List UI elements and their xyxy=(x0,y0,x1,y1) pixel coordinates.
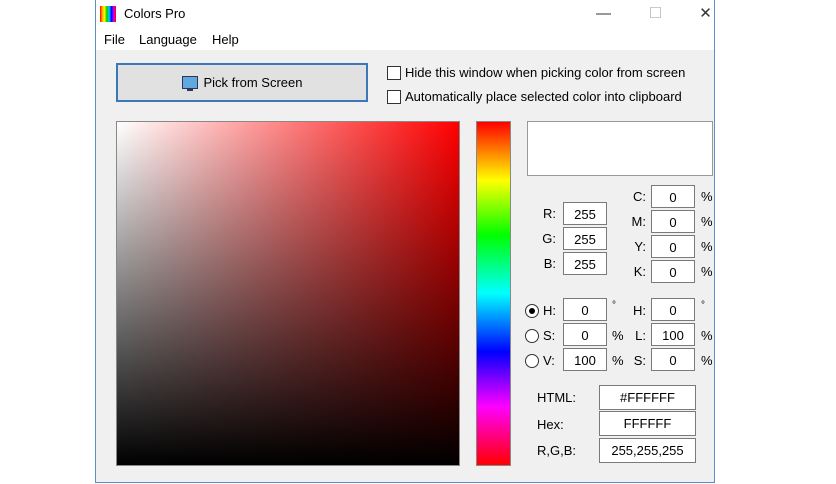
hsl-l-label: L: xyxy=(635,328,646,343)
hex-label: Hex: xyxy=(537,417,564,432)
k-unit: % xyxy=(701,264,713,279)
hsl-s-label: S: xyxy=(633,353,646,368)
hue-slider[interactable] xyxy=(476,121,511,466)
minimize-button[interactable]: — xyxy=(581,2,626,26)
rgb-triplet-output[interactable]: 255,255,255 xyxy=(599,438,696,463)
window-title: Colors Pro xyxy=(124,6,186,21)
checkbox-label: Automatically place selected color into … xyxy=(405,89,682,104)
y-label: Y: xyxy=(634,239,646,254)
k-input[interactable]: 0 xyxy=(651,260,695,283)
pick-from-screen-button[interactable]: Pick from Screen xyxy=(116,63,368,102)
hsv-v-input[interactable]: 100 xyxy=(563,348,607,371)
app-window: Colors Pro — ☐ ✕ File Language Help Pick… xyxy=(95,0,715,483)
hsv-s-label: S: xyxy=(543,328,556,343)
k-label: K: xyxy=(633,264,646,279)
y-unit: % xyxy=(701,239,713,254)
auto-clipboard-checkbox[interactable]: Automatically place selected color into … xyxy=(387,89,682,104)
g-input[interactable]: 255 xyxy=(563,227,607,250)
checkbox-label: Hide this window when picking color from… xyxy=(405,65,686,80)
c-input[interactable]: 0 xyxy=(651,185,695,208)
app-logo-icon xyxy=(100,6,116,22)
hsv-saturation-radio[interactable] xyxy=(525,329,539,343)
menu-bar: File Language Help xyxy=(96,28,714,50)
hsv-h-input[interactable]: 0 xyxy=(563,298,607,321)
r-input[interactable]: 255 xyxy=(563,202,607,225)
close-button[interactable]: ✕ xyxy=(683,2,728,26)
menu-language[interactable]: Language xyxy=(139,32,197,47)
html-label: HTML: xyxy=(537,390,576,405)
b-label: B: xyxy=(543,256,556,271)
hsl-l-unit: % xyxy=(701,328,713,343)
hsv-s-input[interactable]: 0 xyxy=(563,323,607,346)
c-unit: % xyxy=(701,189,713,204)
hsv-v-label: V: xyxy=(543,353,555,368)
hex-output[interactable]: FFFFFF xyxy=(599,411,696,436)
menu-help[interactable]: Help xyxy=(212,32,239,47)
monitor-icon xyxy=(181,76,198,91)
c-label: C: xyxy=(633,189,646,204)
hsv-value-radio[interactable] xyxy=(525,354,539,368)
pick-button-label: Pick from Screen xyxy=(203,75,303,90)
r-label: R: xyxy=(543,206,556,221)
m-unit: % xyxy=(701,214,713,229)
hsl-s-input[interactable]: 0 xyxy=(651,348,695,371)
hsv-hue-radio[interactable] xyxy=(525,304,539,318)
rgb-triplet-label: R,G,B: xyxy=(537,443,577,458)
y-input[interactable]: 0 xyxy=(651,235,695,258)
color-preview xyxy=(527,121,713,176)
hide-window-checkbox[interactable]: Hide this window when picking color from… xyxy=(387,65,685,80)
m-input[interactable]: 0 xyxy=(651,210,695,233)
saturation-value-picker[interactable] xyxy=(116,121,460,466)
hsl-h-unit: ° xyxy=(701,300,705,311)
hsl-h-input[interactable]: 0 xyxy=(651,298,695,321)
hsl-s-unit: % xyxy=(701,353,713,368)
maximize-button[interactable]: ☐ xyxy=(633,2,678,26)
hsl-l-input[interactable]: 100 xyxy=(651,323,695,346)
g-label: G: xyxy=(542,231,556,246)
checkbox-box[interactable] xyxy=(387,65,401,80)
m-label: M: xyxy=(631,214,646,229)
hsl-h-label: H: xyxy=(633,303,646,318)
b-input[interactable]: 255 xyxy=(563,252,607,275)
hsv-h-label: H: xyxy=(543,303,556,318)
html-output[interactable]: #FFFFFF xyxy=(599,385,696,410)
checkbox-box[interactable] xyxy=(387,89,401,104)
title-bar: Colors Pro — ☐ ✕ xyxy=(96,0,714,28)
menu-file[interactable]: File xyxy=(104,32,125,47)
